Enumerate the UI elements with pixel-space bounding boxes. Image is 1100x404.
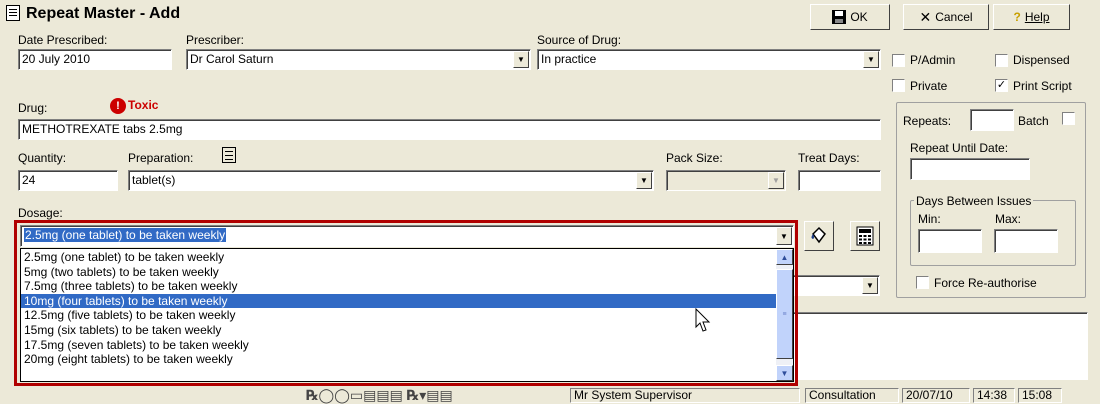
date-prescribed-field[interactable]: 20 July 2010: [18, 49, 172, 70]
dosage-option[interactable]: 17.5mg (seven tablets) to be taken weekl…: [21, 338, 777, 353]
repeat-until-field[interactable]: [910, 158, 1030, 180]
cancel-label: Cancel: [935, 10, 973, 24]
repeat-until-label: Repeat Until Date:: [910, 141, 1009, 155]
private-label: Private: [910, 79, 948, 93]
list-scrollbar[interactable]: ▲ ≡ ▼: [776, 249, 793, 381]
date-prescribed-label: Date Prescribed:: [18, 33, 108, 47]
force-reauth-label: Force Re-authorise: [934, 276, 1037, 290]
status-time-2: 15:08: [1018, 388, 1062, 403]
chevron-down-icon[interactable]: ▼: [863, 51, 879, 68]
p-admin-checkbox[interactable]: [892, 54, 905, 67]
date-prescribed-value: 20 July 2010: [22, 52, 91, 66]
dosage-option[interactable]: 7.5mg (three tablets) to be taken weekly: [21, 279, 777, 294]
dosage-option[interactable]: 20mg (eight tablets) to be taken weekly: [21, 352, 777, 367]
chevron-down-icon[interactable]: ▼: [776, 227, 792, 245]
treat-days-field[interactable]: [798, 170, 881, 191]
dosage-option[interactable]: 15mg (six tablets) to be taken weekly: [21, 323, 777, 338]
quantity-label: Quantity:: [18, 151, 67, 165]
repeats-label: Repeats:: [903, 114, 952, 128]
prescriber-value: Dr Carol Saturn: [190, 52, 274, 66]
pack-size-label: Pack Size:: [666, 151, 723, 165]
chevron-down-icon[interactable]: ▼: [636, 172, 652, 189]
private-checkbox[interactable]: [892, 79, 905, 92]
chevron-down-icon[interactable]: ▼: [513, 51, 529, 68]
save-icon: [832, 10, 847, 24]
help-button[interactable]: ? Help: [993, 4, 1070, 30]
preparation-info-icon[interactable]: [222, 147, 236, 163]
dosage-option[interactable]: 2.5mg (one tablet) to be taken weekly: [21, 250, 777, 265]
scroll-thumb[interactable]: ≡: [776, 269, 793, 359]
drug-value: METHOTREXATE tabs 2.5mg: [22, 122, 183, 136]
toolbar-rx-icon: ℞◯◯▭▤▤▤ ℞▾▤▤: [306, 387, 453, 403]
secondary-select[interactable]: ▼: [790, 275, 880, 296]
dosage-option[interactable]: 12.5mg (five tablets) to be taken weekly: [21, 308, 777, 323]
dosage-combo[interactable]: 2.5mg (one tablet) to be taken weekly ▼: [20, 225, 794, 247]
batch-label: Batch: [1018, 114, 1049, 128]
close-icon: ✕: [919, 8, 932, 25]
status-mode: Consultation: [805, 388, 899, 403]
window-title: Repeat Master - Add: [26, 5, 181, 22]
help-label: Help: [1024, 10, 1050, 24]
source-of-drug-value: In practice: [541, 52, 597, 66]
source-of-drug-select[interactable]: In practice ▼: [537, 49, 881, 70]
ok-button[interactable]: OK: [810, 4, 890, 30]
preparation-value: tablet(s): [132, 173, 176, 187]
chevron-down-icon[interactable]: ▼: [862, 277, 878, 294]
min-label: Min:: [918, 212, 941, 226]
prescriber-label: Prescriber:: [186, 33, 245, 47]
calculator-icon: [856, 226, 874, 246]
chevron-down-icon[interactable]: ▼: [768, 172, 784, 189]
dosage-options: 2.5mg (one tablet) to be taken weekly 5mg…: [21, 250, 777, 367]
notes-field[interactable]: [790, 312, 1088, 380]
prescriber-select[interactable]: Dr Carol Saturn ▼: [186, 49, 531, 70]
dosage-combo-value: 2.5mg (one tablet) to be taken weekly: [24, 228, 227, 242]
drug-field[interactable]: METHOTREXATE tabs 2.5mg: [18, 119, 881, 140]
status-date: 20/07/10: [902, 388, 970, 403]
paint-bucket-icon: [811, 226, 826, 244]
quantity-field[interactable]: 24: [18, 170, 118, 191]
toxic-label: Toxic: [128, 98, 159, 112]
max-label: Max:: [995, 212, 1022, 226]
pack-size-select[interactable]: ▼: [666, 170, 786, 191]
cancel-button[interactable]: ✕ Cancel: [903, 4, 989, 30]
ok-label: OK: [850, 10, 868, 24]
status-user: Mr System Supervisor: [570, 388, 800, 403]
drug-label: Drug:: [18, 101, 48, 115]
min-field[interactable]: [918, 229, 982, 253]
mouse-cursor-icon: [695, 308, 711, 332]
calculator-button[interactable]: [850, 221, 880, 251]
dispensed-checkbox[interactable]: [995, 54, 1008, 67]
dispensed-label: Dispensed: [1013, 53, 1070, 67]
dosage-label: Dosage:: [18, 206, 63, 220]
form-icon: [6, 5, 20, 21]
batch-checkbox[interactable]: [1062, 112, 1075, 125]
dosage-option[interactable]: 5mg (two tablets) to be taken weekly: [21, 265, 777, 280]
dosage-fill-button[interactable]: [804, 221, 834, 251]
dosage-dropdown-list[interactable]: 2.5mg (one tablet) to be taken weekly 5mg…: [20, 248, 794, 382]
preparation-select[interactable]: tablet(s) ▼: [128, 170, 654, 191]
source-of-drug-label: Source of Drug:: [537, 33, 622, 47]
scroll-down-button[interactable]: ▼: [776, 365, 793, 381]
p-admin-label: P/Admin: [910, 53, 956, 67]
max-field[interactable]: [994, 229, 1058, 253]
preparation-label: Preparation:: [128, 151, 194, 165]
treat-days-label: Treat Days:: [798, 151, 860, 165]
toxic-warning-icon: !: [110, 98, 126, 114]
force-reauth-checkbox[interactable]: [916, 276, 929, 289]
scroll-up-button[interactable]: ▲: [776, 249, 793, 265]
status-time-1: 14:38: [973, 388, 1015, 403]
help-icon: ?: [1013, 10, 1021, 24]
quantity-value: 24: [22, 173, 36, 187]
repeats-field[interactable]: [970, 109, 1014, 131]
dosage-option[interactable]: 10mg (four tablets) to be taken weekly: [21, 293, 777, 309]
days-between-label: Days Between Issues: [914, 194, 1034, 208]
print-script-checkbox[interactable]: ✓: [995, 79, 1008, 92]
print-script-label: Print Script: [1013, 79, 1072, 93]
